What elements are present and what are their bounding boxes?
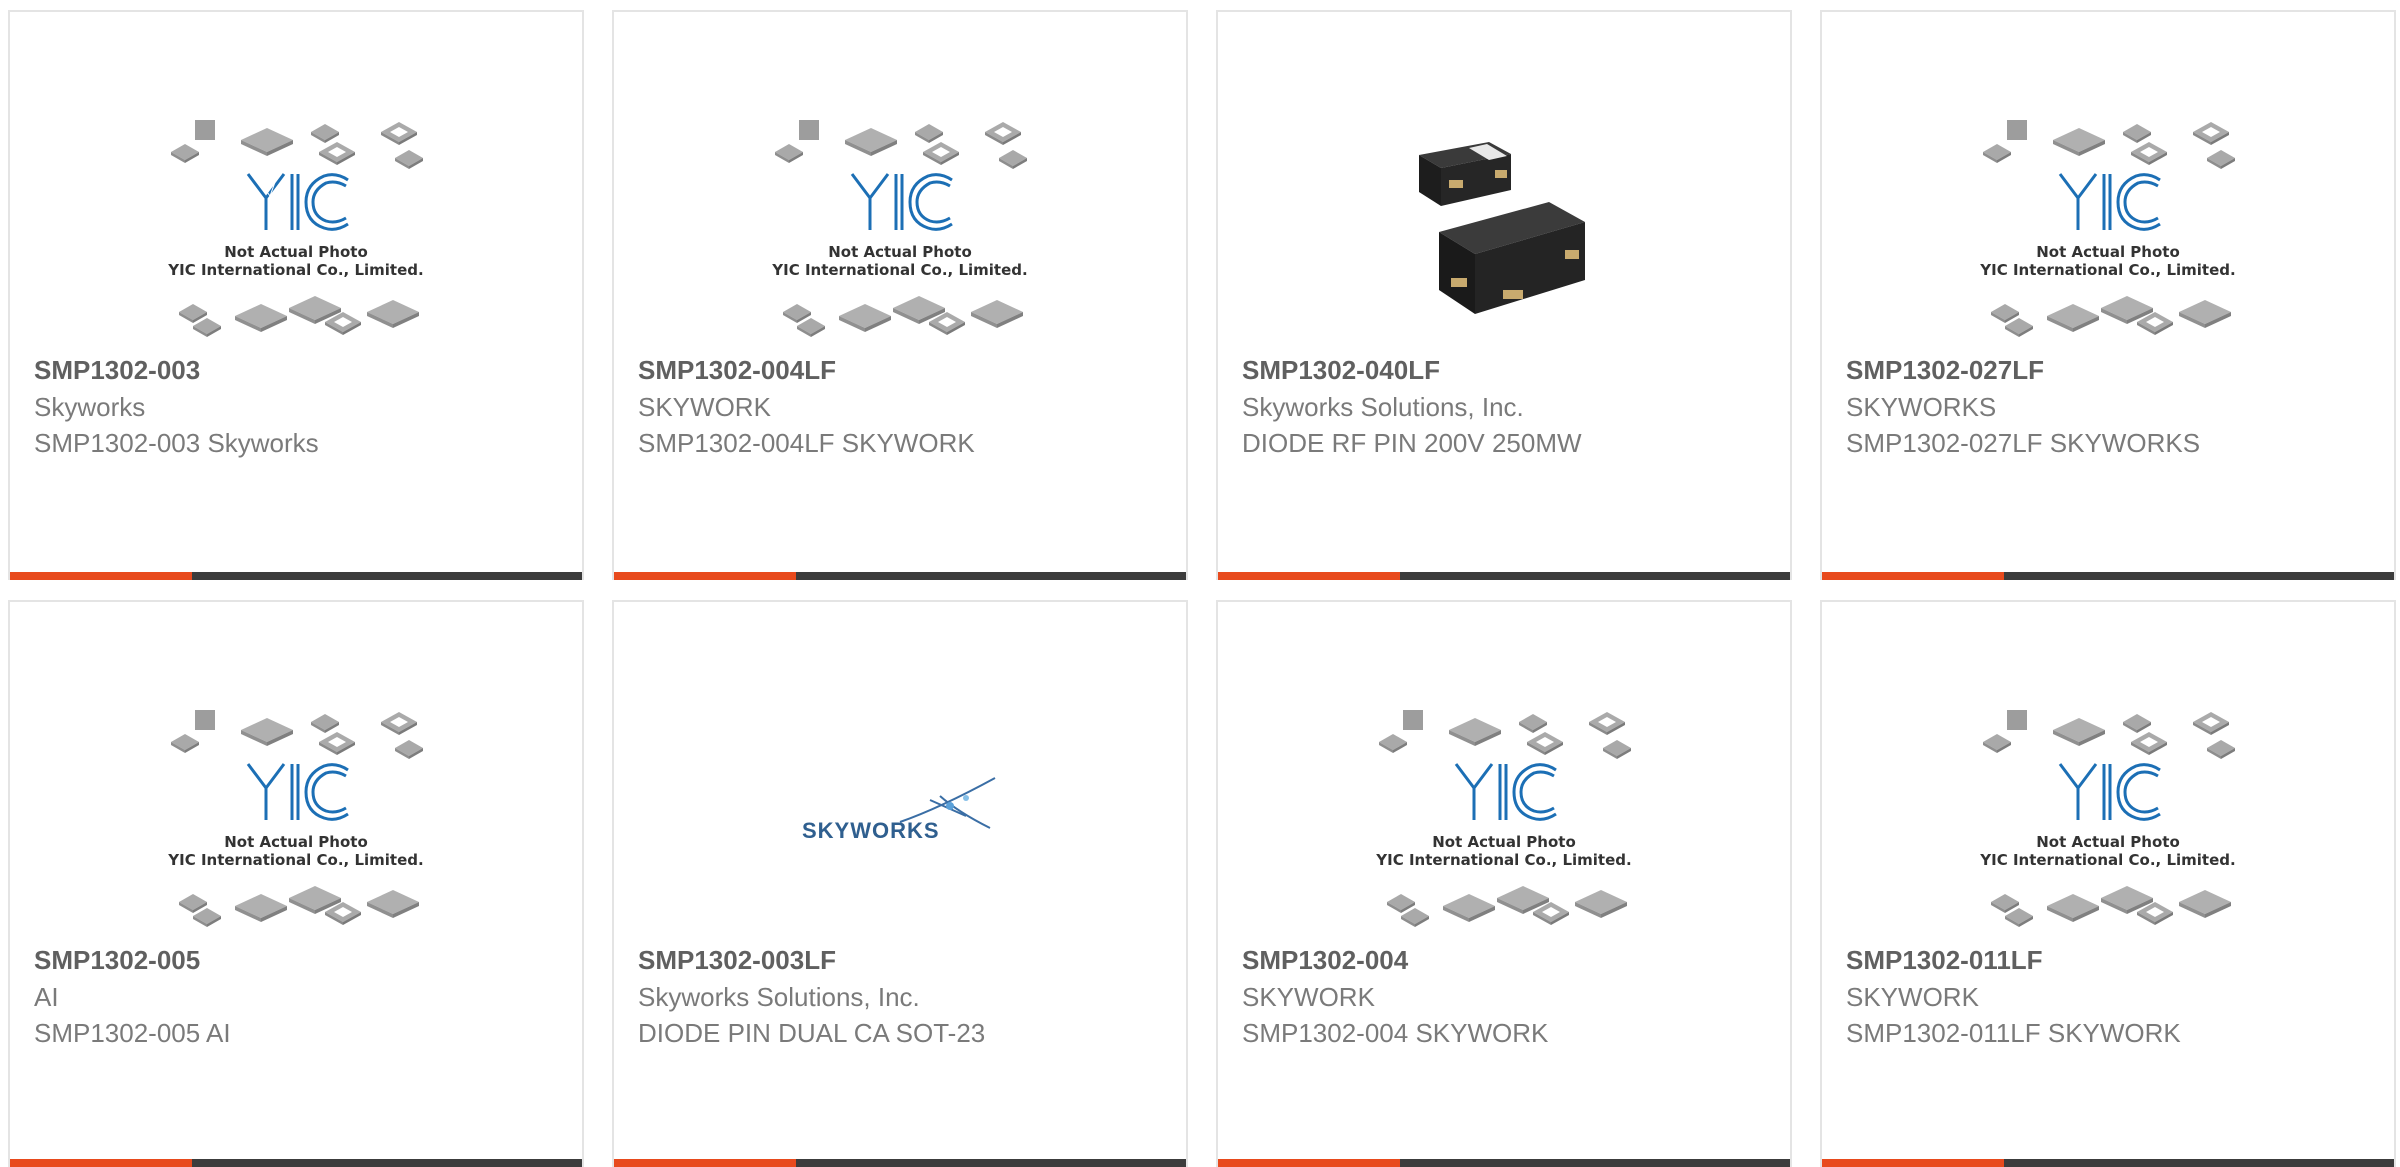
product-card[interactable]: Not Actual Photo YIC International Co., … [1216,600,1792,1167]
card-accent [1218,1159,1400,1167]
manufacturer: Skyworks Solutions, Inc. [1242,392,1524,422]
part-number[interactable]: SMP1302-004 [1242,945,1408,976]
card-accent [10,572,192,580]
description: SMP1302-005 AI [34,1018,231,1048]
logo-text: SKYWORKS [802,818,940,843]
placeholder-photo: Not Actual Photo YIC International Co., … [161,100,431,350]
placeholder-line2: YIC International Co., Limited. [1979,851,2235,869]
manufacturer: SKYWORKS [1846,392,1997,422]
placeholder-line1: Not Actual Photo [2036,833,2180,851]
part-number[interactable]: SMP1302-003LF [638,945,836,976]
product-image: Not Actual Photo YIC International Co., … [614,97,1186,352]
product-grid: Not Actual Photo YIC International Co., … [0,0,2400,1167]
manufacturer: SKYWORK [1846,982,1979,1012]
card-bottom-bar [1822,572,2394,580]
placeholder-line2: YIC International Co., Limited. [167,261,423,279]
part-number[interactable]: SMP1302-040LF [1242,355,1440,386]
manufacturer: SKYWORK [1242,982,1375,1012]
description: SMP1302-004LF SKYWORK [638,428,975,458]
card-accent [614,1159,796,1167]
placeholder-photo: Not Actual Photo YIC International Co., … [1973,690,2243,940]
product-card[interactable]: Not Actual Photo YIC International Co., … [612,10,1188,580]
placeholder-line1: Not Actual Photo [828,243,972,261]
placeholder-line1: Not Actual Photo [1432,833,1576,851]
description: DIODE PIN DUAL CA SOT-23 [638,1018,986,1048]
product-image: Not Actual Photo YIC International Co., … [10,687,582,942]
card-bottom-bar [1218,572,1790,580]
card-bottom-bar [614,572,1186,580]
product-card[interactable]: Not Actual Photo YIC International Co., … [8,600,584,1167]
manufacturer: SKYWORK [638,392,771,422]
manufacturer: Skyworks Solutions, Inc. [638,982,920,1012]
card-accent [1218,572,1400,580]
placeholder-line2: YIC International Co., Limited. [167,851,423,869]
product-image: Not Actual Photo YIC International Co., … [1822,687,2394,942]
part-number[interactable]: SMP1302-005 [34,945,200,976]
manufacturer: AI [34,982,59,1012]
card-accent [1822,1159,2004,1167]
diode-chip-photo [1399,119,1609,330]
product-image [1218,97,1790,352]
card-accent [1822,572,2004,580]
placeholder-photo: Not Actual Photo YIC International Co., … [1973,100,2243,350]
placeholder-line2: YIC International Co., Limited. [1375,851,1631,869]
part-number[interactable]: SMP1302-027LF [1846,355,2044,386]
placeholder-line1: Not Actual Photo [224,833,368,851]
description: SMP1302-011LF SKYWORK [1846,1018,2181,1048]
product-image: Not Actual Photo YIC International Co., … [10,97,582,352]
placeholder-photo: Not Actual Photo YIC International Co., … [1369,690,1639,940]
skyworks-logo: SKYWORKS [790,770,1010,860]
description: SMP1302-004 SKYWORK [1242,1018,1549,1048]
product-card[interactable]: SKYWORKS SMP1302-003LF Skyworks Solution… [612,600,1188,1167]
card-accent [10,1159,192,1167]
card-bottom-bar [1218,1159,1790,1167]
card-accent [614,572,796,580]
placeholder-photo: Not Actual Photo YIC International Co., … [765,100,1035,350]
card-bottom-bar [10,572,582,580]
placeholder-line2: YIC International Co., Limited. [771,261,1027,279]
description: SMP1302-003 Skyworks [34,428,319,458]
product-image: Not Actual Photo YIC International Co., … [1822,97,2394,352]
placeholder-photo: Not Actual Photo YIC International Co., … [161,690,431,940]
product-image: SKYWORKS [614,687,1186,942]
placeholder-line1: Not Actual Photo [2036,243,2180,261]
manufacturer: Skyworks [34,392,146,422]
card-bottom-bar [614,1159,1186,1167]
card-bottom-bar [1822,1159,2394,1167]
placeholder-line2: YIC International Co., Limited. [1979,261,2235,279]
product-image: Not Actual Photo YIC International Co., … [1218,687,1790,942]
product-card[interactable]: Not Actual Photo YIC International Co., … [1820,600,2396,1167]
part-number[interactable]: SMP1302-011LF [1846,945,2043,976]
product-card[interactable]: Not Actual Photo YIC International Co., … [1820,10,2396,580]
product-card[interactable]: Not Actual Photo YIC International Co., … [8,10,584,580]
placeholder-line1: Not Actual Photo [224,243,368,261]
part-number[interactable]: SMP1302-004LF [638,355,836,386]
description: DIODE RF PIN 200V 250MW [1242,428,1582,458]
card-bottom-bar [10,1159,582,1167]
product-card[interactable]: SMP1302-040LF Skyworks Solutions, Inc. D… [1216,10,1792,580]
description: SMP1302-027LF SKYWORKS [1846,428,2201,458]
part-number[interactable]: SMP1302-003 [34,355,200,386]
